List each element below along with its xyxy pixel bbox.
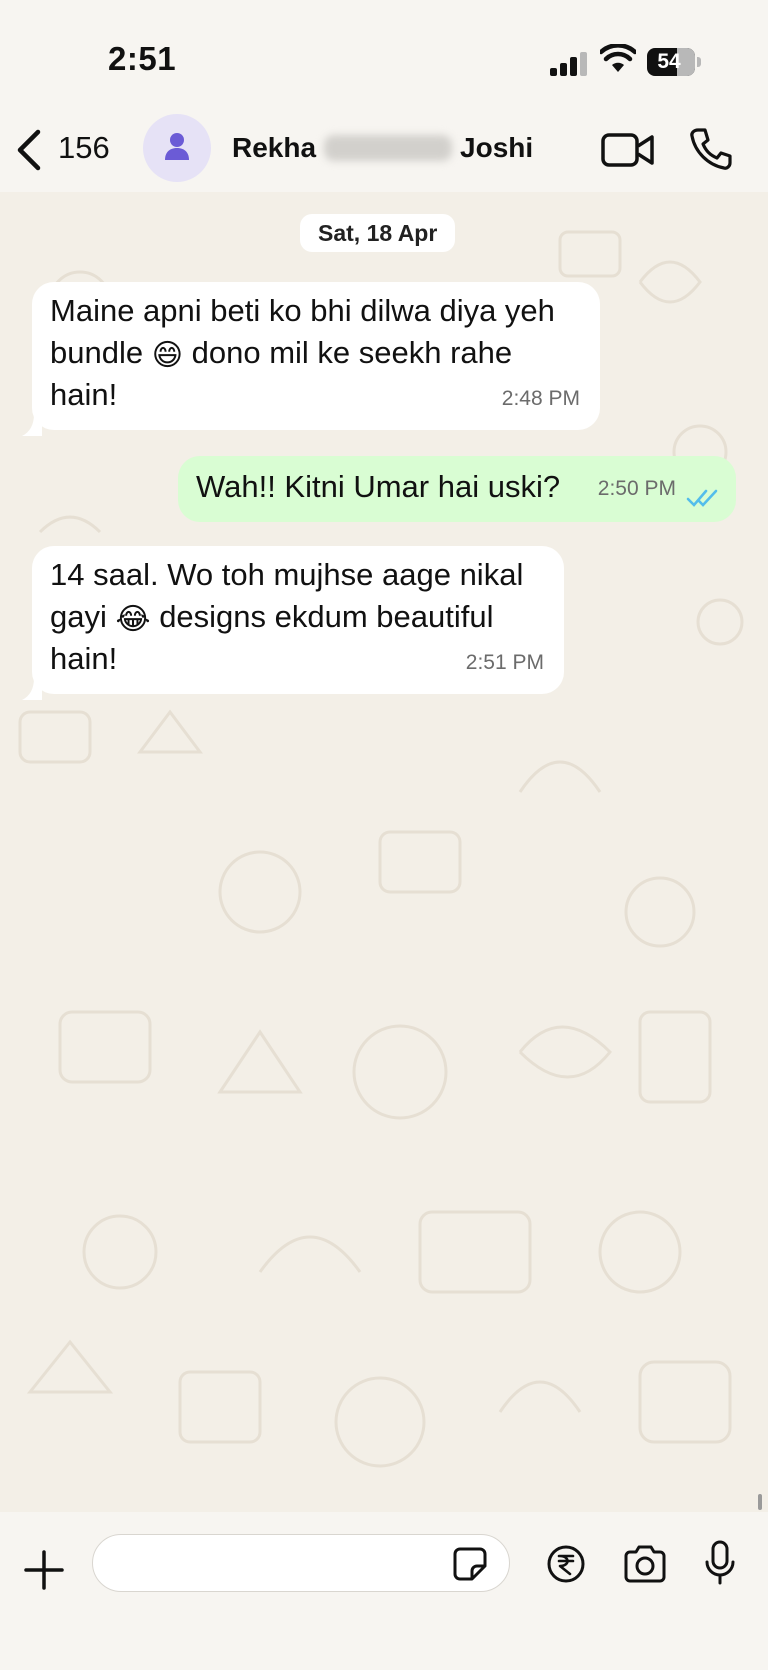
battery-icon: 54	[647, 48, 701, 76]
rupee-icon[interactable]	[546, 1544, 586, 1584]
plus-icon[interactable]	[24, 1550, 64, 1590]
contact-first-name: Rekha	[232, 132, 317, 163]
message-text: Maine apni beti ko bhi dilwa diya yeh	[50, 293, 555, 328]
date-separator: Sat, 18 Apr	[300, 214, 456, 252]
message-input[interactable]	[92, 1534, 510, 1592]
laughing-emoji: 😂	[115, 603, 151, 636]
header-bar: 2:51 54 156 Rekha Joshi	[0, 0, 768, 192]
avatar-icon	[165, 133, 189, 160]
camera-icon[interactable]	[622, 1544, 668, 1584]
compose-bar	[0, 1512, 768, 1670]
microphone-icon[interactable]	[704, 1540, 736, 1586]
message-bubble[interactable]: Maine apni beti ko bhi dilwa diya yeh bu…	[32, 282, 600, 430]
cellular-signal-icon	[550, 52, 587, 76]
chat-screen: 2:51 54 156 Rekha Joshi Sat, 18 Apr Main…	[0, 0, 768, 1670]
battery-level: 54	[657, 50, 681, 73]
scrollbar[interactable]	[758, 1494, 762, 1510]
message-bubble-outgoing[interactable]: Wah!! Kitni Umar hai uski? 2:50 PM	[178, 456, 736, 522]
back-icon[interactable]	[14, 128, 44, 172]
sticker-icon[interactable]	[452, 1546, 488, 1582]
grinning-emoji: 😄	[151, 339, 183, 372]
voice-call-icon[interactable]	[688, 126, 734, 172]
redacted-name	[324, 135, 453, 161]
avatar[interactable]	[143, 114, 211, 182]
message-time: 2:48 PM	[501, 387, 580, 410]
status-time: 2:51	[108, 40, 177, 77]
wifi-icon	[600, 44, 636, 72]
message-time: 2:50 PM	[597, 477, 676, 500]
message-text: Wah!! Kitni Umar hai uski?	[196, 469, 561, 504]
contact-name[interactable]: Rekha Joshi	[232, 132, 533, 164]
message-list[interactable]: Sat, 18 Apr Maine apni beti ko bhi dilwa…	[0, 192, 768, 1512]
message-time: 2:51 PM	[465, 651, 544, 674]
message-text: 14 saal. Wo toh mujhse aage nikal	[50, 557, 524, 592]
video-call-icon[interactable]	[600, 130, 656, 170]
contact-last-name: Joshi	[460, 132, 534, 163]
unread-count[interactable]: 156	[58, 130, 110, 166]
read-receipt-icon	[686, 489, 718, 507]
message-bubble[interactable]: 14 saal. Wo toh mujhse aage nikal gayi 😂…	[32, 546, 564, 694]
